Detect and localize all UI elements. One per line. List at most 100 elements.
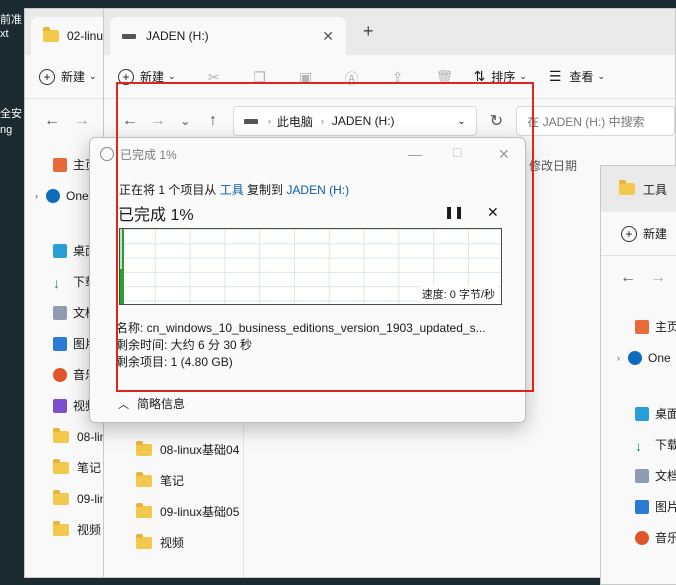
sidebar-item-label: 下载 — [655, 438, 676, 452]
breadcrumb-item[interactable]: JADEN (H:) — [332, 114, 395, 128]
folder-icon — [43, 27, 59, 42]
chevron-down-icon: ⌄ — [89, 71, 97, 81]
tab-tools[interactable]: 工具 — [601, 166, 676, 212]
copy-mid: 复制到 — [247, 183, 284, 197]
forward-icon[interactable]: → — [144, 112, 172, 130]
up-icon[interactable]: ↑ — [199, 112, 227, 130]
sidebar-item-desktop[interactable]: 桌面 — [601, 398, 676, 429]
maximize-icon: ☐ — [452, 146, 463, 160]
chevron-down-icon: ⌄ — [519, 71, 527, 81]
sidebar-item-label: 桌面 — [655, 407, 676, 421]
explorer-window-right: 工具 + 新建 ← → 主页 › One 桌面 ↓ 下载 文档 图片 音乐 — [600, 165, 676, 585]
new-label: 新建 — [643, 227, 668, 241]
address-bar[interactable]: › 此电脑 › JADEN (H:) ⌄ — [232, 106, 477, 136]
copy-icon[interactable]: ❐ — [252, 69, 268, 85]
close-tab-icon[interactable]: ✕ — [322, 28, 334, 45]
cloud-icon — [628, 350, 642, 365]
back-icon[interactable]: ← — [116, 112, 144, 130]
plus-icon: + — [39, 68, 55, 85]
plus-icon: + — [118, 68, 134, 85]
folder-icon — [136, 533, 152, 549]
sidebar-item-label: 主页 — [655, 320, 676, 334]
new-button[interactable]: + 新建 ⌄ — [118, 68, 176, 85]
folder-icon — [619, 180, 635, 195]
tab-jaden-drive[interactable]: JADEN (H:) ✕ — [110, 17, 346, 55]
sidebar-item-documents[interactable]: 文档 — [601, 460, 676, 491]
breadcrumb-item[interactable]: 此电脑 — [277, 113, 313, 130]
sidebar: 主页 › One 桌面 ↓ 下载 文档 图片 音乐 — [601, 311, 676, 553]
sidebar-item-pictures[interactable]: 图片 — [601, 491, 676, 522]
time-remaining-line: 剩余时间: 大约 6 分 30 秒 — [116, 338, 253, 352]
tab-title: JADEN (H:) — [146, 29, 209, 43]
copy-progress-dialog: 已完成 1% — ☐ ✕ 正在将 1 个项目从 工具 复制到 JADEN (H:… — [89, 137, 526, 423]
sidebar-item-label: 09-lin — [77, 491, 107, 506]
list-item[interactable]: 视频 — [136, 527, 239, 558]
back-icon[interactable]: ← — [613, 269, 643, 287]
sidebar-item-downloads[interactable]: ↓ 下载 — [601, 429, 676, 460]
new-button[interactable]: + 新建 — [621, 225, 667, 242]
minimize-icon[interactable]: — — [408, 146, 422, 162]
sidebar-item-music[interactable]: 音乐 — [601, 522, 676, 553]
less-details-button[interactable]: ︿ 简略信息 — [118, 395, 185, 412]
sidebar-item-onedrive[interactable]: › One — [601, 342, 676, 373]
chevron-down-icon[interactable]: ⌄ — [457, 116, 465, 127]
forward-icon[interactable]: → — [643, 269, 673, 287]
list-item[interactable]: 08-linux基础04 — [136, 434, 239, 465]
new-label: 新建 — [61, 70, 86, 84]
column-modified[interactable]: 修改日期 — [529, 157, 577, 174]
forward-icon[interactable]: → — [67, 112, 97, 130]
refresh-icon[interactable]: ↻ — [483, 111, 511, 131]
file-name-line: 名称: cn_windows_10_business_editions_vers… — [116, 321, 486, 335]
sort-icon: ⇅ — [473, 68, 486, 84]
list-item[interactable]: 笔记 — [136, 465, 239, 496]
cut-icon[interactable]: ✂ — [206, 69, 222, 85]
chevron-right-icon: › — [320, 116, 324, 126]
plus-icon: + — [621, 225, 637, 242]
tab-title: 02-linu — [67, 29, 104, 43]
sidebar-item-label: 08-lin — [77, 429, 107, 444]
source-link[interactable]: 工具 — [220, 183, 244, 197]
folder-icon — [53, 489, 69, 505]
folder-icon — [53, 520, 69, 536]
desktop-label: xt — [0, 28, 9, 40]
sort-label: 排序 — [491, 70, 516, 84]
close-icon[interactable]: ✕ — [498, 146, 510, 163]
search-placeholder: 在 JADEN (H:) 中搜索 — [527, 114, 645, 129]
speed-graph: 速度: 0 字节/秒 — [119, 228, 502, 305]
new-tab-button[interactable]: + — [363, 21, 374, 42]
new-button[interactable]: + 新建 ⌄ — [39, 68, 97, 85]
dest-link[interactable]: JADEN (H:) — [286, 183, 349, 197]
desktop-icon — [635, 406, 649, 421]
tab-title: 工具 — [643, 182, 668, 197]
home-icon — [53, 157, 67, 172]
sidebar-item-label: 视频 — [77, 523, 102, 537]
chevron-up-icon: ︿ — [118, 398, 129, 411]
desktop-label: 全安 — [0, 108, 22, 120]
drive-icon — [243, 118, 258, 124]
list-item[interactable]: 09-linux基础05 — [136, 496, 239, 527]
pause-icon[interactable]: ❚❚ — [444, 205, 464, 219]
sidebar-item-home[interactable]: 主页 — [601, 311, 676, 342]
search-input[interactable]: 在 JADEN (H:) 中搜索 — [516, 106, 675, 136]
new-label: 新建 — [140, 70, 165, 84]
sort-button[interactable]: ⇅ 排序 ⌄ — [474, 68, 527, 85]
back-icon[interactable]: ← — [37, 112, 67, 130]
speed-label: 速度: 0 字节/秒 — [419, 286, 497, 302]
drive-icon — [122, 33, 136, 39]
delete-icon[interactable]: 🗑 — [436, 69, 454, 85]
share-icon[interactable]: ⇪ — [390, 69, 406, 85]
sidebar-item-label: 音乐 — [655, 531, 676, 545]
paste-icon[interactable]: ▣ — [298, 69, 314, 85]
folder-icon — [136, 502, 152, 518]
percent-label: 已完成 1% — [118, 207, 194, 224]
sidebar-item-label: 文档 — [655, 469, 676, 483]
cancel-icon[interactable]: ✕ — [487, 204, 499, 221]
clock-icon — [100, 147, 114, 161]
recent-chevron-icon[interactable]: ⌄ — [171, 114, 199, 128]
view-button[interactable]: ☰ 查看 ⌄ — [549, 68, 605, 85]
view-icon: ☰ — [548, 68, 562, 84]
speed-bar — [120, 269, 123, 304]
copy-prefix: 正在将 1 个项目从 — [119, 183, 217, 197]
rename-icon[interactable]: Ⓐ — [344, 69, 360, 87]
nav-row: ← → — [601, 256, 676, 300]
